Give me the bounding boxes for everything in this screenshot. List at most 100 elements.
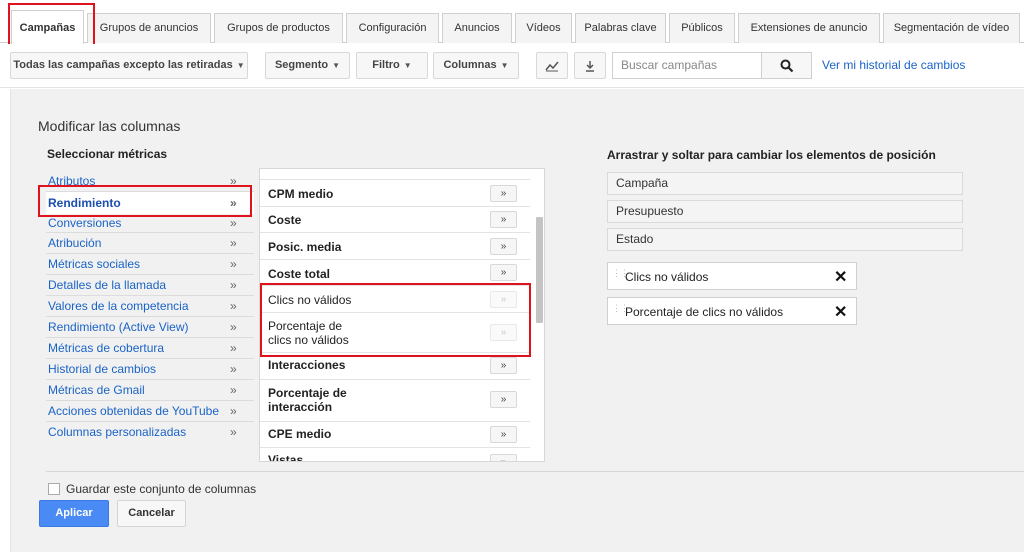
metric-cpe-medio[interactable]: CPE medio » [260, 422, 530, 448]
add-metric-button[interactable]: » [490, 238, 517, 255]
panel-title: Modificar las columnas [38, 118, 181, 134]
selected-column-porcentaje-clics-no-validos[interactable]: ⋮⋮ Porcentaje de clics no válidos ✕ [607, 297, 857, 325]
metric-label: Coste total [268, 267, 331, 281]
metric-coste-total[interactable]: Coste total » [260, 260, 530, 286]
chevron-right-icon: » [230, 404, 237, 418]
metric-row-partial [260, 169, 530, 180]
tab-publicos[interactable]: Públicos [669, 13, 735, 43]
metric-vistas[interactable]: Vistas » [260, 448, 530, 461]
category-label: Historial de cambios [48, 362, 157, 376]
category-atributos[interactable]: Atributos » [46, 171, 254, 192]
filter-dropdown[interactable]: Filtro ▼ [356, 52, 428, 79]
chevron-right-icon: » [230, 383, 237, 397]
select-metrics-title: Seleccionar métricas [47, 147, 168, 161]
close-icon[interactable]: ✕ [834, 267, 847, 287]
selected-column-clics-no-validos[interactable]: ⋮⋮ Clics no válidos ✕ [607, 262, 857, 290]
tab-grupos-anuncios[interactable]: Grupos de anuncios [87, 13, 211, 43]
category-label: Acciones obtenidas de YouTube [48, 404, 220, 418]
save-set-label[interactable]: Guardar este conjunto de columnas [66, 482, 256, 496]
chevron-right-icon: » [230, 216, 237, 230]
fixed-column-estado: Estado [607, 228, 963, 251]
filter-label: Filtro [372, 59, 400, 71]
category-label: Columnas personalizadas [48, 425, 187, 439]
category-label: Métricas sociales [48, 257, 141, 271]
fixed-column-campana: Campaña [607, 172, 963, 195]
add-metric-button[interactable]: » [490, 454, 517, 461]
category-atribucion[interactable]: Atribución » [46, 233, 254, 254]
chevron-right-icon: » [230, 196, 237, 210]
chevron-right-icon: » [230, 236, 237, 250]
add-metric-button[interactable]: » [490, 391, 517, 408]
save-set-checkbox[interactable] [48, 483, 60, 495]
category-label: Conversiones [48, 216, 122, 230]
chevron-down-icon: ▼ [500, 61, 509, 70]
line-chart-icon [545, 61, 559, 72]
tab-videos[interactable]: Vídeos [515, 13, 572, 43]
metric-porcentaje-clics-no-validos[interactable]: Porcentaje de clics no válidos » [260, 313, 530, 353]
download-icon [586, 61, 594, 72]
category-valores-competencia[interactable]: Valores de la competencia » [46, 296, 254, 317]
category-historial-cambios[interactable]: Historial de cambios » [46, 359, 254, 380]
change-history-link[interactable]: Ver mi historial de cambios [822, 58, 965, 72]
metric-coste[interactable]: Coste » [260, 207, 530, 233]
tab-campanas[interactable]: Campañas [11, 10, 84, 44]
category-rendimiento[interactable]: Rendimiento » [46, 192, 254, 214]
tab-extensiones[interactable]: Extensiones de anuncio [738, 13, 880, 43]
tab-grupos-productos[interactable]: Grupos de productos [214, 13, 343, 43]
category-conversiones[interactable]: Conversiones » [46, 214, 254, 233]
search-input[interactable]: Buscar campañas [612, 52, 762, 79]
category-metricas-cobertura[interactable]: Métricas de cobertura » [46, 338, 254, 359]
add-metric-button[interactable]: » [490, 211, 517, 228]
metric-cpm-medio[interactable]: CPM medio » [260, 180, 530, 207]
metrics-scrollbar-thumb[interactable] [536, 217, 543, 323]
metric-posic-media[interactable]: Posic. media » [260, 233, 530, 260]
campaign-filter-dropdown[interactable]: Todas las campañas excepto las retiradas… [10, 52, 248, 79]
tab-configuracion[interactable]: Configuración [346, 13, 439, 43]
chevron-right-icon: » [230, 320, 237, 334]
category-detalles-llamada[interactable]: Detalles de la llamada » [46, 275, 254, 296]
metric-label: Porcentaje de clics no válidos [268, 319, 349, 347]
footer-divider [46, 471, 1024, 472]
chevron-down-icon: ▼ [332, 61, 341, 70]
toolbar: Todas las campañas excepto las retiradas… [0, 44, 1024, 88]
metric-label: Coste [268, 213, 302, 227]
category-acciones-youtube[interactable]: Acciones obtenidas de YouTube » [46, 401, 254, 422]
add-metric-button[interactable]: » [490, 426, 517, 443]
category-label: Detalles de la llamada [48, 278, 167, 292]
category-active-view[interactable]: Rendimiento (Active View) » [46, 317, 254, 338]
chevron-right-icon: » [230, 299, 237, 313]
cancel-button[interactable]: Cancelar [117, 500, 186, 527]
segment-dropdown[interactable]: Segmento ▼ [265, 52, 350, 79]
metric-label: Interacciones [268, 358, 346, 372]
search-button[interactable] [761, 52, 812, 79]
category-label: Atribución [48, 236, 102, 250]
add-metric-button[interactable]: » [490, 264, 517, 281]
add-metric-button[interactable]: » [490, 185, 517, 202]
apply-button[interactable]: Aplicar [39, 500, 109, 527]
tab-anuncios[interactable]: Anuncios [442, 13, 512, 43]
metric-clics-no-validos[interactable]: Clics no válidos » [260, 286, 530, 313]
columns-label: Columnas [443, 59, 497, 71]
add-metric-button[interactable]: » [490, 357, 517, 374]
metric-label-line1: Porcentaje de [268, 386, 347, 400]
add-metric-button-disabled: » [490, 291, 517, 308]
campaign-filter-label: Todas las campañas excepto las retiradas [13, 59, 233, 71]
category-metricas-gmail[interactable]: Métricas de Gmail » [46, 380, 254, 401]
download-button[interactable] [574, 52, 606, 79]
top-tabs: Campañas Grupos de anuncios Grupos de pr… [0, 0, 1024, 44]
chart-toggle-button[interactable] [536, 52, 568, 79]
metric-porcentaje-interaccion[interactable]: Porcentaje de interacción » [260, 380, 530, 422]
add-metric-button-disabled: » [490, 324, 517, 341]
tab-palabras-clave[interactable]: Palabras clave [575, 13, 666, 43]
columns-dropdown[interactable]: Columnas ▼ [433, 52, 519, 79]
metric-label-line2: clics no válidos [268, 333, 349, 347]
category-metricas-sociales[interactable]: Métricas sociales » [46, 254, 254, 275]
chevron-right-icon: » [230, 278, 237, 292]
category-columnas-personalizadas[interactable]: Columnas personalizadas » [46, 422, 254, 443]
tab-segmentacion-video[interactable]: Segmentación de vídeo [883, 13, 1020, 43]
metrics-list[interactable]: CPM medio » Coste » Posic. media » Coste to… [259, 168, 545, 462]
metric-label-line2: interacción [268, 400, 333, 414]
close-icon[interactable]: ✕ [834, 302, 847, 322]
chevron-right-icon: » [230, 362, 237, 376]
metric-interacciones[interactable]: Interacciones » [260, 353, 530, 380]
